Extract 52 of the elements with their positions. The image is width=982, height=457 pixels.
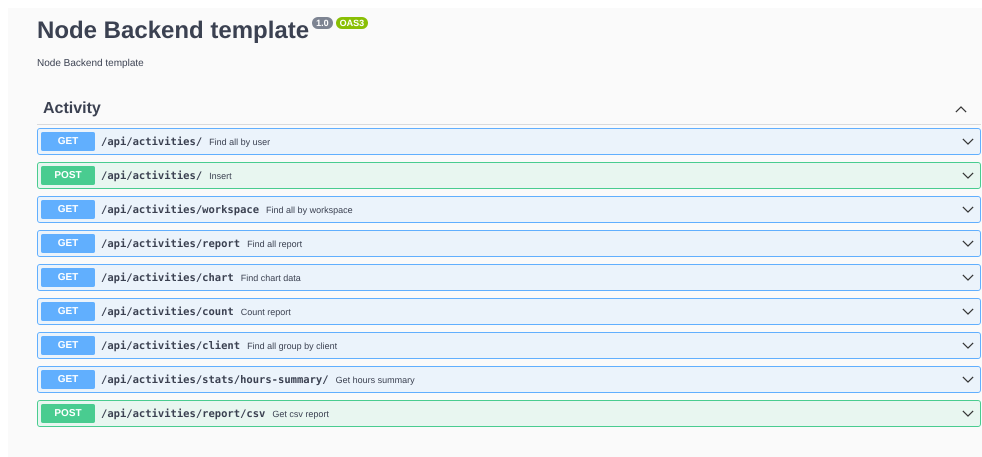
endpoint-path: /api/activities/chart — [101, 272, 234, 284]
operation-row[interactable]: POST /api/activities/report/csv Get csv report — [37, 400, 981, 427]
endpoint-path: /api/activities/report/csv — [101, 408, 266, 420]
method-badge: GET — [41, 200, 95, 219]
api-description: Node Backend template — [37, 58, 145, 69]
method-badge: GET — [41, 132, 95, 151]
endpoint-path: /api/activities/client — [101, 340, 240, 352]
endpoint-summary: Count report — [240, 306, 292, 316]
endpoint-path: /api/activities/count — [101, 306, 234, 318]
endpoint-summary: Find chart data — [240, 272, 302, 282]
method-badge: GET — [41, 268, 95, 287]
chevron-icon — [962, 206, 974, 213]
operation-row[interactable]: GET /api/activities/client Find all group by client — [37, 332, 981, 359]
operation-row[interactable]: GET /api/activities/chart Find chart data — [37, 264, 981, 291]
endpoint-path: /api/activities/report — [101, 238, 240, 250]
endpoint-path: /api/activities/ — [101, 170, 202, 182]
endpoint-summary: Get csv report — [272, 408, 330, 418]
endpoint-path: /api/activities/workspace — [101, 204, 260, 216]
endpoint-summary: Find all by user — [209, 136, 272, 146]
chevron-icon — [962, 172, 974, 179]
endpoint-summary: Get hours summary — [336, 374, 416, 384]
operation-row[interactable]: GET /api/activities/report Find all report — [37, 230, 981, 257]
endpoint-path: /api/activities/stats/hours-summary/ — [101, 374, 329, 386]
operation-row[interactable]: GET /api/activities/count Count report — [37, 298, 981, 325]
operation-row[interactable]: GET /api/activities/stats/hours-summary/ Get hours summary — [37, 366, 981, 393]
chevron-icon — [962, 308, 974, 315]
spec-badge: OAS3 — [336, 17, 368, 29]
chevron-icon — [962, 274, 974, 281]
chevron-icon — [962, 376, 974, 383]
chevron-icon — [955, 106, 967, 112]
method-badge: GET — [41, 302, 95, 321]
api-title: Node Backend template — [37, 16, 310, 46]
operation-row[interactable]: POST /api/activities/ Insert — [37, 162, 981, 189]
section-header[interactable]: Activity — [37, 100, 981, 125]
endpoint-path: /api/activities/ — [101, 136, 202, 148]
version-badge: 1.0 — [312, 17, 333, 29]
operation-row[interactable]: GET /api/activities/workspace Find all by workspace — [37, 196, 981, 223]
method-badge: GET — [41, 336, 95, 355]
endpoint-summary: Find all group by client — [247, 340, 338, 350]
method-badge: POST — [41, 404, 95, 423]
endpoint-summary: Insert — [209, 170, 233, 180]
method-badge: POST — [41, 166, 95, 185]
section-title: Activity — [43, 100, 101, 118]
chevron-icon — [962, 138, 974, 145]
method-badge: GET — [41, 370, 95, 389]
chevron-icon — [962, 342, 974, 349]
operation-row[interactable]: GET /api/activities/ Find all by user — [37, 128, 981, 155]
endpoint-summary: Find all by workspace — [266, 204, 354, 214]
chevron-icon — [962, 240, 974, 247]
chevron-icon — [962, 410, 974, 417]
endpoint-summary: Find all report — [247, 238, 304, 248]
method-badge: GET — [41, 234, 95, 253]
